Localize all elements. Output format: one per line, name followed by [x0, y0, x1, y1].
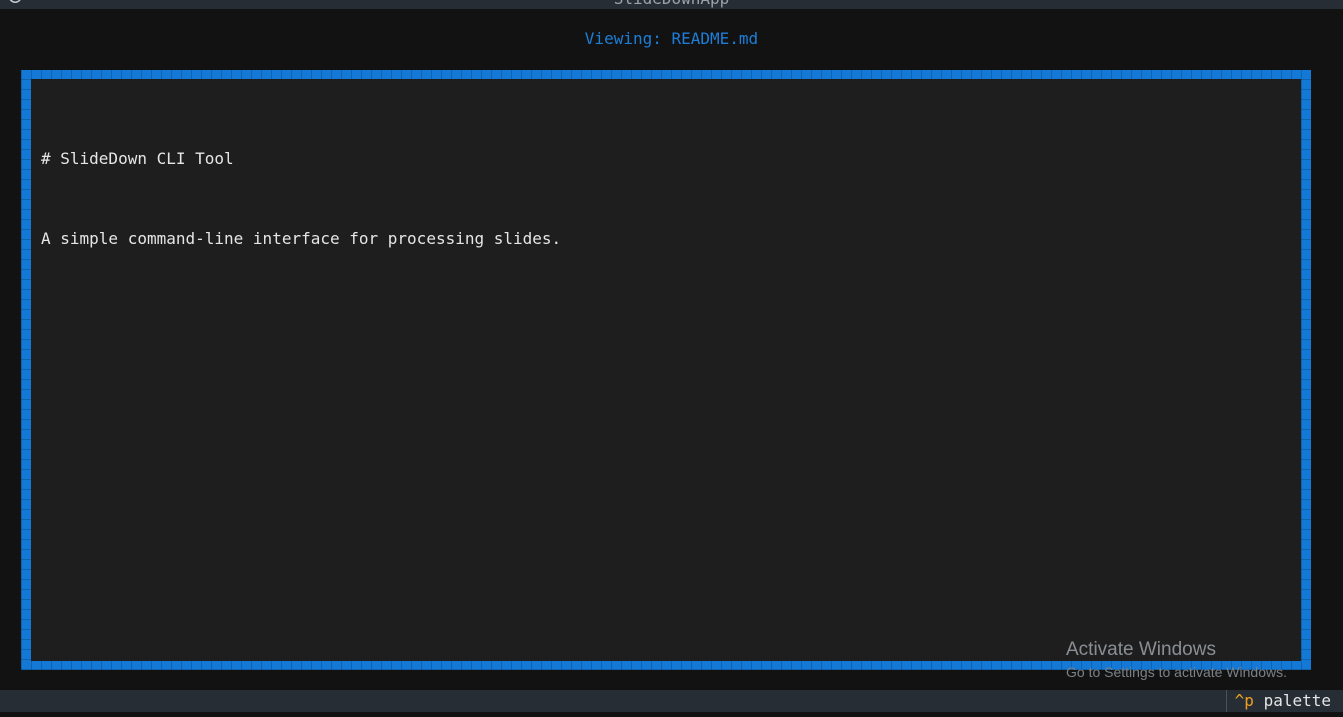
markdown-content: # SlideDown CLI Tool A simple command-li… [41, 109, 1291, 309]
document-heading: # SlideDown CLI Tool [41, 149, 234, 168]
app-header: ⭘ SlideDownApp [0, 0, 1343, 9]
app-screen: ⭘ SlideDownApp Viewing: README.md # Slid… [0, 0, 1343, 717]
app-title: SlideDownApp [0, 0, 1343, 8]
markdown-viewer[interactable]: # SlideDown CLI Tool A simple command-li… [21, 70, 1311, 670]
command-palette-binding[interactable]: ^p palette [1225, 690, 1331, 712]
palette-key: ^p [1234, 691, 1254, 710]
palette-label: palette [1253, 691, 1331, 710]
document-paragraph: A simple command-line interface for proc… [41, 229, 562, 248]
viewing-label: Viewing: README.md [584, 29, 759, 48]
app-footer: ^p palette [0, 690, 1343, 712]
